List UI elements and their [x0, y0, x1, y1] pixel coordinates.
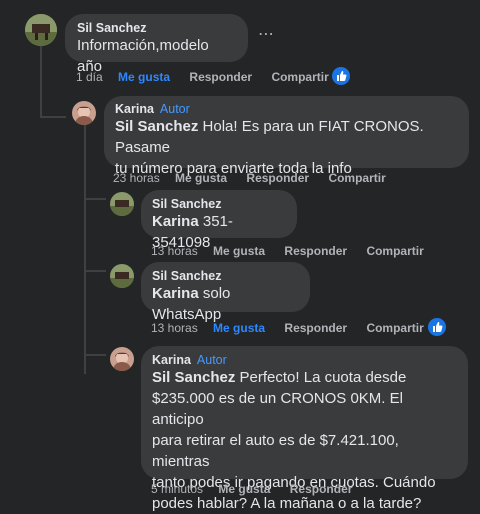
avatar[interactable]	[72, 101, 96, 125]
avatar[interactable]	[25, 14, 57, 46]
comment-text: Sil Sanchez Hola! Es para un FIAT CRONOS…	[115, 118, 424, 156]
avatar-image	[110, 192, 134, 216]
comment-bubble: Sil Sanchez Karina 351-3541098	[141, 190, 297, 251]
thread-line-karina	[84, 124, 86, 374]
reply-button[interactable]: Responder	[284, 244, 347, 258]
share-button[interactable]: Compartir	[271, 70, 328, 84]
share-button[interactable]: Compartir	[328, 171, 385, 185]
avatar[interactable]	[110, 192, 134, 216]
avatar-image	[110, 264, 134, 288]
comment-author[interactable]: Karina	[152, 353, 191, 367]
comment-text-line: $235.000 es de un CRONOS 0KM. El anticip…	[152, 390, 403, 428]
avatar[interactable]	[110, 347, 134, 371]
comment-bubble: Sil Sanchez Información,modelo año	[65, 14, 248, 75]
avatar[interactable]	[110, 264, 134, 288]
thread-line-root-curve	[40, 116, 66, 118]
comment-actions: 23 horas Me gusta Responder Compartir	[113, 171, 402, 185]
like-button[interactable]: Me gusta	[213, 244, 265, 258]
like-button[interactable]: Me gusta	[175, 171, 227, 185]
avatar-image	[72, 101, 96, 125]
comment-author[interactable]: Karina	[115, 102, 154, 116]
thread-line-branch-2	[84, 270, 106, 272]
comment-time[interactable]: 23 horas	[113, 171, 160, 185]
comment-author[interactable]: Sil Sanchez	[152, 197, 286, 211]
comment-text-line: para retirar el auto es de $7.421.100, m…	[152, 432, 399, 470]
thread-line-branch-1	[84, 198, 106, 200]
reply-button[interactable]: Responder	[246, 171, 309, 185]
thread-line-root	[40, 46, 42, 118]
comment-actions: 5 minutos Me gusta Responder	[151, 482, 368, 496]
comment-actions: 13 horas Me gusta Responder Compartir	[151, 244, 440, 258]
mention-link[interactable]: Karina	[152, 285, 199, 302]
comment-author[interactable]: Sil Sanchez	[77, 21, 236, 35]
comment-time[interactable]: 5 minutos	[151, 482, 203, 496]
author-badge: Autor	[196, 353, 227, 367]
avatar-image	[110, 347, 134, 371]
mention-link[interactable]: Sil Sanchez	[152, 369, 235, 386]
comment-actions: 1 día Me gusta Responder Compartir	[76, 70, 345, 84]
like-reaction-icon[interactable]	[332, 67, 350, 85]
reply-button[interactable]: Responder	[189, 70, 252, 84]
comment-time[interactable]: 1 día	[76, 70, 103, 84]
reply-button[interactable]: Responder	[290, 482, 353, 496]
like-button[interactable]: Me gusta	[118, 70, 170, 84]
comment-text: Sil Sanchez Perfecto! La cuota desde	[152, 369, 407, 386]
comment-bubble: Karina Autor Sil Sanchez Hola! Es para un…	[104, 96, 469, 177]
avatar-image	[25, 14, 57, 46]
comment-bubble: Sil Sanchez Karina solo WhatsApp	[141, 262, 310, 323]
mention-link[interactable]: Sil Sanchez	[115, 118, 198, 135]
share-button[interactable]: Compartir	[366, 321, 423, 335]
more-horizontal-icon[interactable]: ⋯	[258, 27, 280, 43]
share-button[interactable]: Compartir	[366, 244, 423, 258]
reply-button[interactable]: Responder	[284, 321, 347, 335]
thread-line-branch-3	[84, 354, 106, 356]
comment-text: Karina solo WhatsApp	[152, 285, 231, 323]
mention-link[interactable]: Karina	[152, 213, 199, 230]
like-button[interactable]: Me gusta	[218, 482, 270, 496]
author-badge: Autor	[159, 102, 190, 116]
comment-actions: 13 horas Me gusta Responder Compartir	[151, 321, 440, 335]
comment-author[interactable]: Sil Sanchez	[152, 269, 299, 283]
comment-bubble: Karina Autor Sil Sanchez Perfecto! La cuo…	[141, 346, 468, 512]
like-reaction-icon[interactable]	[428, 318, 446, 336]
like-button[interactable]: Me gusta	[213, 321, 265, 335]
comment-time[interactable]: 13 horas	[151, 321, 198, 335]
comment-text-line: podes hablar? A la mañana o a la tarde?	[152, 495, 422, 512]
comment-time[interactable]: 13 horas	[151, 244, 198, 258]
